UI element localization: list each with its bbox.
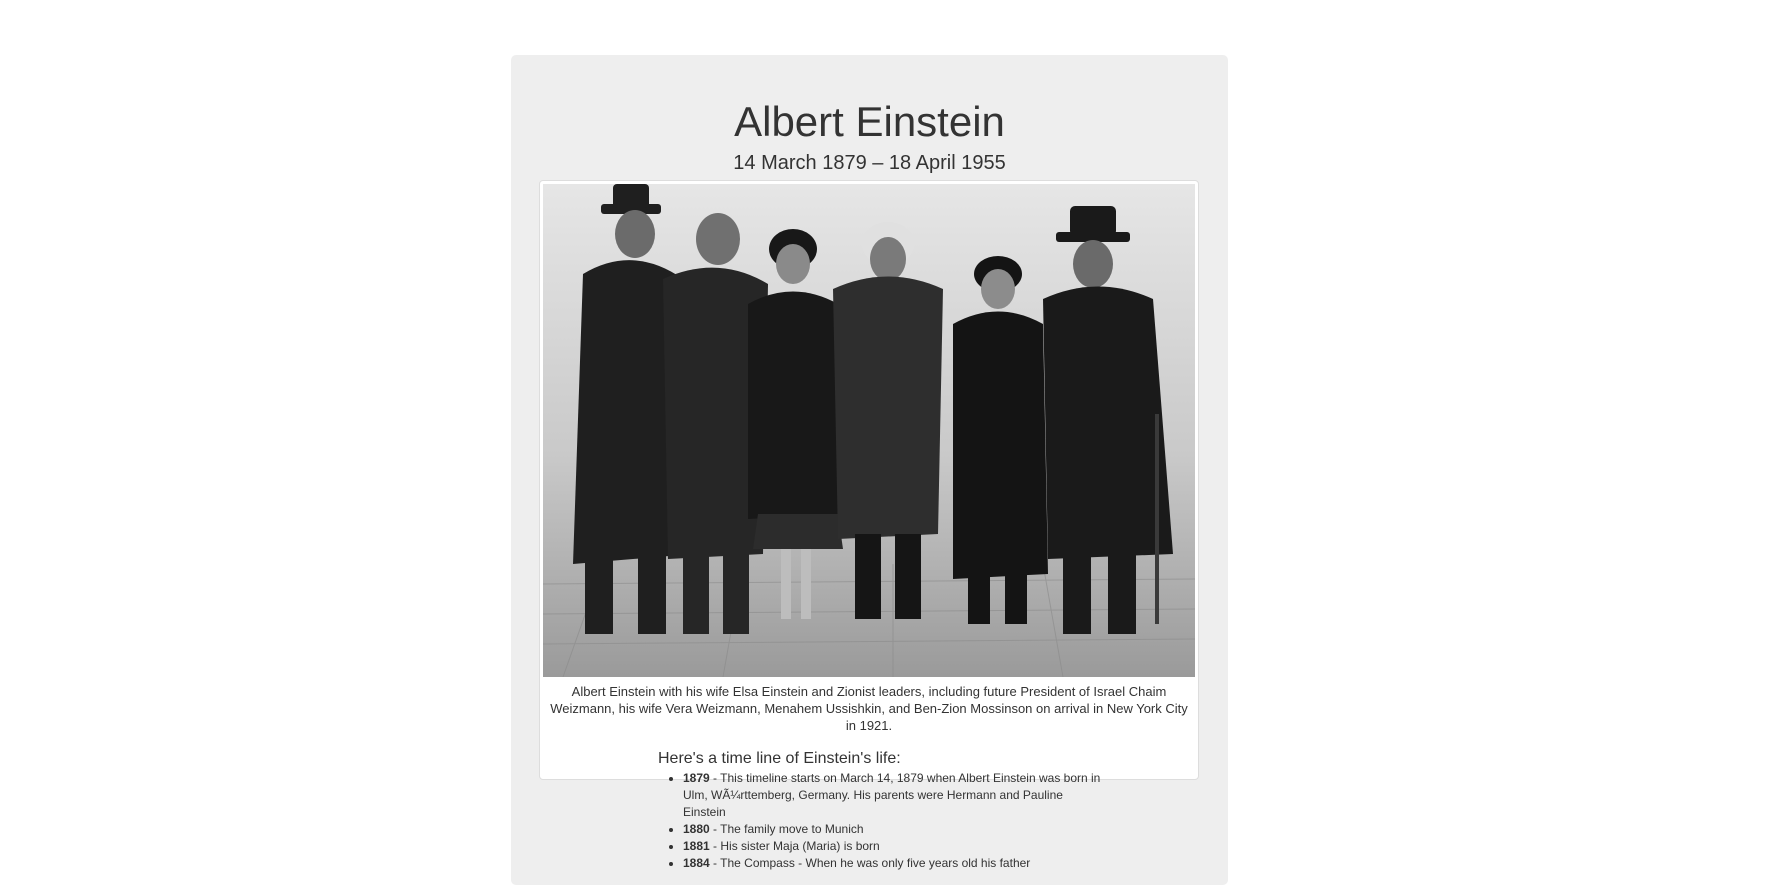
timeline-year: 1879	[683, 771, 710, 785]
timeline-text: - This timeline starts on March 14, 1879…	[683, 771, 1101, 819]
page-title: Albert Einstein	[734, 98, 1005, 145]
jumbotron-panel: Albert Einstein 14 March 1879 – 18 April…	[511, 55, 1228, 885]
timeline-item: 1880 - The family move to Munich	[683, 821, 1103, 838]
timeline-item: 1879 - This timeline starts on March 14,…	[683, 770, 1103, 821]
image-thumbnail: Albert Einstein with his wife Elsa Einst…	[539, 180, 1199, 780]
einstein-group-photo	[543, 184, 1195, 677]
photo-caption: Albert Einstein with his wife Elsa Einst…	[550, 684, 1188, 733]
timeline-text: - His sister Maja (Maria) is born	[709, 839, 880, 853]
timeline-item: 1884 - The Compass - When he was only fi…	[683, 855, 1103, 872]
timeline-list: 1879 - This timeline starts on March 14,…	[658, 770, 1103, 872]
timeline-year: 1881	[683, 839, 710, 853]
timeline-text: - The family move to Munich	[709, 822, 864, 836]
page-subtitle: 14 March 1879 – 18 April 1955	[733, 152, 1006, 174]
timeline-heading: Here's a time line of Einstein's life:	[658, 750, 901, 767]
timeline-year: 1880	[683, 822, 710, 836]
timeline-item: 1881 - His sister Maja (Maria) is born	[683, 838, 1103, 855]
